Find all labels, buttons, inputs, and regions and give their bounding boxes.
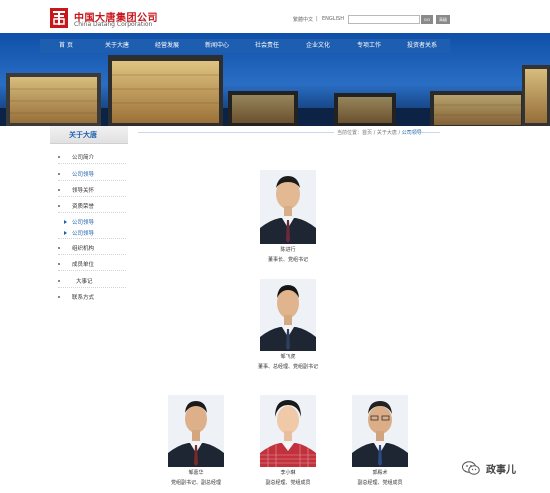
sidebar-subitem-leaders-1[interactable]: 公司领导 [64,218,94,226]
leader-photo [260,279,316,351]
bullet-icon [58,247,60,249]
sidebar-item-label: 组织机构 [72,246,95,252]
breadcrumb-prefix: 当前位置： [337,130,363,136]
divider [58,254,126,255]
advanced-search-button[interactable]: 高级 [436,15,450,24]
divider [58,270,126,271]
leader-photo [352,395,408,467]
sidebar-item-company-profile[interactable]: 公司简介 [58,153,94,161]
leader-card[interactable]: 李小琳 副总经理、党组成员 [260,395,316,493]
leader-name: 郭殿术 [372,470,388,476]
divider [58,163,126,164]
sidebar-item-members[interactable]: 成员单位 [58,260,94,268]
sidebar-item-care[interactable]: 领导关怀 [58,186,94,194]
lang-separator: | [316,16,318,22]
bullet-icon [58,263,60,265]
bullet-icon [58,173,60,175]
leader-card[interactable]: 郭殿术 副总经理、党组成员 [352,395,408,493]
sidebar-item-label: 大事记 [76,279,93,285]
leader-title: 董事长、党组书记 [267,257,308,263]
leader-title: 副总经理、党组成员 [357,480,403,486]
sidebar-item-leaders[interactable]: 公司领导 [58,170,94,178]
leader-title: 董事、总经理、党组副书记 [257,364,318,370]
datang-logo-icon[interactable] [50,8,68,28]
arrow-right-icon [64,220,67,224]
nav-about[interactable]: 关于大唐 [92,39,142,53]
leader-photo [260,395,316,467]
sidebar-item-honors[interactable]: 资质荣誉 [58,202,94,210]
sidebar-item-label: 资质荣誉 [72,204,95,210]
divider [58,196,126,197]
nav-investor[interactable]: 投资者关系 [394,39,450,53]
leader-name: 邹嘉华 [188,470,204,476]
divider [58,212,126,213]
leader-card[interactable]: 邹嘉华 党组副书记、副总经理 [168,395,224,493]
bullet-icon [58,156,60,158]
nav-special[interactable]: 专项工作 [344,39,394,53]
arrow-right-icon [64,231,67,235]
sidebar-subitem-label: 公司领导 [72,220,95,226]
site-header: 中国大唐集团公司 China Datang Corporation 繁體中文 |… [0,0,550,33]
leader-card[interactable]: 邹飞虎 董事、总经理、党组副书记 [258,279,318,379]
breadcrumb: 当前位置：首页 / 关于大唐 / 公司领导 [334,129,422,136]
sidebar-item-label: 成员单位 [72,262,95,268]
search-button[interactable]: GO [421,15,433,24]
sidebar-title: 关于大唐 [69,131,97,139]
leader-name: 邹飞虎 [280,354,296,360]
search-input[interactable] [348,15,420,24]
breadcrumb-section-link[interactable]: 关于大唐 [377,130,397,136]
wechat-icon [462,461,480,475]
main-nav: 首 页 关于大唐 经营发展 新闻中心 社会责任 企业文化 专项工作 投资者关系 [40,39,450,53]
sidebar-subitem-leaders-2[interactable]: 公司领导 [64,229,94,237]
lang-traditional-link[interactable]: 繁體中文 [293,16,313,23]
breadcrumb-home-link[interactable]: 首页 [362,130,372,136]
leader-title: 副总经理、党组成员 [265,480,311,486]
nav-business[interactable]: 经营发展 [142,39,192,53]
logo-english-name[interactable]: China Datang Corporation [74,21,152,28]
leader-title: 党组副书记、副总经理 [170,480,221,486]
nav-news[interactable]: 新闻中心 [192,39,242,53]
leader-card[interactable]: 陈进行 董事长、党组书记 [260,170,316,270]
sidebar-item-org[interactable]: 组织机构 [58,244,94,252]
nav-home[interactable]: 首 页 [40,39,92,53]
watermark: 政事儿 [462,461,542,476]
divider [58,287,126,288]
divider [58,180,126,181]
bullet-icon [58,280,60,282]
lang-english-link[interactable]: ENGLISH [322,16,344,22]
leader-photo [260,170,316,244]
divider [58,238,126,239]
leader-name: 李小琳 [280,470,296,476]
sidebar-subitem-label: 公司领导 [72,231,95,237]
nav-culture[interactable]: 企业文化 [292,39,344,53]
sidebar-item-label: 领导关怀 [72,188,95,194]
breadcrumb-current: 公司领导 [401,130,422,136]
sidebar-item-contact[interactable]: 联系方式 [58,293,94,301]
bullet-icon [58,296,60,298]
bullet-icon [58,205,60,207]
sidebar-item-label: 联系方式 [72,295,95,301]
nav-responsibility[interactable]: 社会责任 [242,39,292,53]
sidebar-item-label: 公司简介 [72,155,95,161]
sidebar-item-label: 公司领导 [72,172,95,178]
leader-name: 陈进行 [280,247,296,253]
bullet-icon [58,189,60,191]
watermark-text: 政事儿 [486,464,516,476]
leader-photo [168,395,224,467]
sidebar-item-events[interactable]: 大事记 [58,277,93,285]
